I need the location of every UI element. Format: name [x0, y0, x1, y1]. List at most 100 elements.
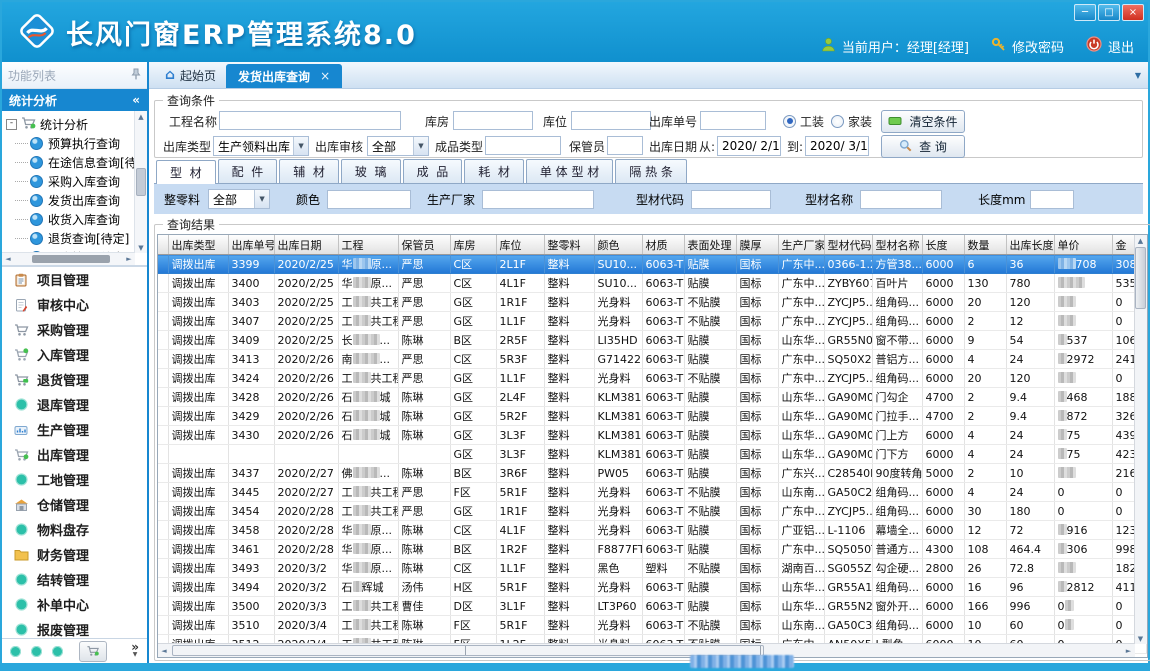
column-header[interactable]: 出库长度 [1006, 235, 1054, 255]
sidebar-module-财务管理[interactable]: 财务管理 [2, 542, 147, 567]
scroll-down-icon[interactable]: ▼ [1135, 633, 1147, 644]
table-row[interactable]: 调拨出库34092020/2/25长...陈琳B区2R5F整料LI35HD606… [158, 331, 1146, 350]
sidebar-module-结转管理[interactable]: 结转管理 [2, 567, 147, 592]
material-tab[interactable]: 单 体 型 材 [526, 159, 613, 183]
close-button[interactable]: × [1122, 4, 1144, 21]
keeper-input[interactable] [607, 136, 643, 155]
sidebar-module-采购管理[interactable]: 采购管理 [2, 317, 147, 342]
column-header[interactable]: 库位 [496, 235, 544, 255]
search-button[interactable]: 查 询 [881, 135, 965, 158]
scrollbar-thumb[interactable] [32, 255, 110, 263]
sidebar-module-项目管理[interactable]: 项目管理 [2, 267, 147, 292]
scrollbar-thumb[interactable] [136, 168, 146, 196]
color-input[interactable] [327, 190, 411, 209]
clear-conditions-button[interactable]: 清空条件 [881, 110, 965, 133]
column-header[interactable]: 长度 [922, 235, 964, 255]
tree-item[interactable]: 预算执行查询 [6, 134, 135, 153]
tab-list-dropdown-icon[interactable]: ▼ [1135, 71, 1141, 80]
minimize-button[interactable]: ─ [1074, 4, 1096, 21]
project-name-input[interactable] [219, 111, 401, 130]
column-header[interactable]: 出库日期 [274, 235, 338, 255]
column-header[interactable]: 型材名称 [872, 235, 922, 255]
column-header[interactable]: 材质 [642, 235, 684, 255]
length-input[interactable] [1030, 190, 1074, 209]
table-row[interactable]: 调拨出库34542020/2/28工共工程严思G区1R1F整料光身料6063-T… [158, 502, 1146, 521]
pin-icon[interactable] [131, 68, 141, 83]
sidebar-module-入库管理[interactable]: 入库管理 [2, 342, 147, 367]
scroll-up-icon[interactable]: ▲ [1135, 235, 1147, 246]
scroll-right-icon[interactable]: ► [1123, 645, 1135, 656]
manufacturer-input[interactable] [482, 190, 594, 209]
tree-vertical-scrollbar[interactable]: ▲ ▼ [134, 111, 147, 253]
table-row[interactable]: 调拨出库33992020/2/25华原...严思C区2L1F整料SU10...6… [158, 255, 1146, 274]
module-cart-button[interactable] [79, 641, 107, 662]
table-row[interactable]: 调拨出库34132020/2/26南...严思C区5R3F整料G71422606… [158, 350, 1146, 369]
logout-link[interactable]: 退出 [1108, 37, 1134, 56]
tree-item[interactable]: 发货出库查询 [6, 191, 135, 210]
table-row[interactable]: 调拨出库34072020/2/25工共工程严思G区1L1F整料光身料6063-T… [158, 312, 1146, 331]
column-header[interactable]: 型材代码 [824, 235, 872, 255]
outbound-audit-select[interactable]: 全部▼ [367, 136, 429, 156]
collapse-icon[interactable]: « [132, 93, 140, 107]
column-header[interactable]: 库房 [450, 235, 496, 255]
column-header[interactable]: 保管员 [398, 235, 450, 255]
tab-close-icon[interactable]: × [320, 69, 330, 83]
sidebar-module-物料盘存[interactable]: 物料盘存 [2, 517, 147, 542]
sidebar-module-审核中心[interactable]: 审核中心 [2, 292, 147, 317]
module-dot-icon[interactable] [10, 646, 21, 657]
table-row[interactable]: 调拨出库34002020/2/25华原...严思C区4L1F整料SU10...6… [158, 274, 1146, 293]
table-row[interactable]: 调拨出库34292020/2/26石城陈琳G区5R2F整料KLM38176063… [158, 407, 1146, 426]
table-row[interactable]: 调拨出库34942020/3/2石辉城汤伟H区5R1F整料光身料6063-T5贴… [158, 578, 1146, 597]
table-row[interactable]: 调拨出库34372020/2/27佛...陈琳B区3R6F整料PW056063-… [158, 464, 1146, 483]
column-header[interactable]: 整零料 [544, 235, 594, 255]
sidebar-module-退库管理[interactable]: 退库管理 [2, 392, 147, 417]
material-tab[interactable]: 玻 璃 [341, 159, 401, 183]
date-from-picker[interactable]: 2020/ 2/16▼ [717, 136, 781, 156]
table-row[interactable]: 调拨出库34242020/2/26工共工程严思G区1L1F整料光身料6063-T… [158, 369, 1146, 388]
outbound-no-input[interactable] [700, 111, 766, 130]
table-horizontal-scrollbar[interactable]: ◄ ► [158, 643, 1135, 657]
column-header[interactable]: 出库类型 [168, 235, 228, 255]
radio-industrial[interactable]: 工装 [783, 111, 824, 131]
sidebar-module-补单中心[interactable]: 补单中心 [2, 592, 147, 617]
profile-code-input[interactable] [691, 190, 771, 209]
sidebar-module-生产管理[interactable]: 生产管理 [2, 417, 147, 442]
scrollbar-thumb[interactable] [1135, 247, 1146, 309]
scroll-right-icon[interactable]: ► [123, 254, 135, 265]
tree-item[interactable]: 退货查询[待定] [6, 229, 135, 248]
whole-part-select[interactable]: 全部▼ [208, 189, 270, 209]
table-row[interactable]: 调拨出库34282020/2/26石城陈琳G区2L4F整料KLM38176063… [158, 388, 1146, 407]
column-header[interactable]: 出库单号 [228, 235, 274, 255]
tree-item[interactable]: 采购入库查询 [6, 172, 135, 191]
tab-outbound-query[interactable]: 发货出库查询 × [226, 64, 342, 88]
module-dot-icon[interactable] [52, 646, 63, 657]
column-header[interactable]: 表面处理 [684, 235, 736, 255]
tab-home[interactable]: ⌂ 起始页 [155, 62, 226, 88]
column-header[interactable]: 单价 [1054, 235, 1112, 255]
table-vertical-scrollbar[interactable]: ▲ ▼ [1134, 235, 1147, 644]
product-type-input[interactable] [485, 136, 561, 155]
tree-expander-icon[interactable]: - [6, 119, 17, 130]
table-row[interactable]: 调拨出库34302020/2/26石城陈琳G区3L3F整料KLM38176063… [158, 426, 1146, 445]
material-tab[interactable]: 成 品 [403, 159, 463, 183]
table-row[interactable]: 调拨出库34582020/2/28华原...陈琳C区4L1F整料光身料6063-… [158, 521, 1146, 540]
radio-home[interactable]: 家装 [831, 111, 872, 131]
warehouse-input[interactable] [453, 111, 533, 130]
outbound-type-select[interactable]: 生产领料出库▼ [213, 136, 309, 156]
table-row[interactable]: 调拨出库35002020/3/3工共工程曹佳D区3L1F整料LT3P606063… [158, 597, 1146, 616]
column-header[interactable]: 颜色 [594, 235, 642, 255]
sidebar-module-出库管理[interactable]: 出库管理 [2, 442, 147, 467]
tree-horizontal-scrollbar[interactable]: ◄ ► [2, 252, 135, 265]
scroll-left-icon[interactable]: ◄ [158, 645, 170, 656]
sidebar-module-报废管理[interactable]: 报废管理 [2, 617, 147, 638]
sidebar-module-仓储管理[interactable]: 仓储管理 [2, 492, 147, 517]
dropdown-arrow-icon[interactable]: ▼ [254, 190, 269, 208]
maximize-button[interactable]: □ [1098, 4, 1120, 21]
dropdown-arrow-icon[interactable]: ▼ [293, 137, 308, 155]
material-tab[interactable]: 配 件 [218, 159, 278, 183]
table-row[interactable]: 调拨出库34032020/2/25工共工程严思G区1R1F整料光身料6063-T… [158, 293, 1146, 312]
stats-panel-header[interactable]: 统计分析 « [2, 89, 147, 111]
tree-item[interactable]: 收货入库查询 [6, 210, 135, 229]
change-password-link[interactable]: 修改密码 [1012, 37, 1064, 56]
table-row[interactable]: 调拨出库34612020/2/28华原...陈琳B区1R2F整料F8877FT6… [158, 540, 1146, 559]
